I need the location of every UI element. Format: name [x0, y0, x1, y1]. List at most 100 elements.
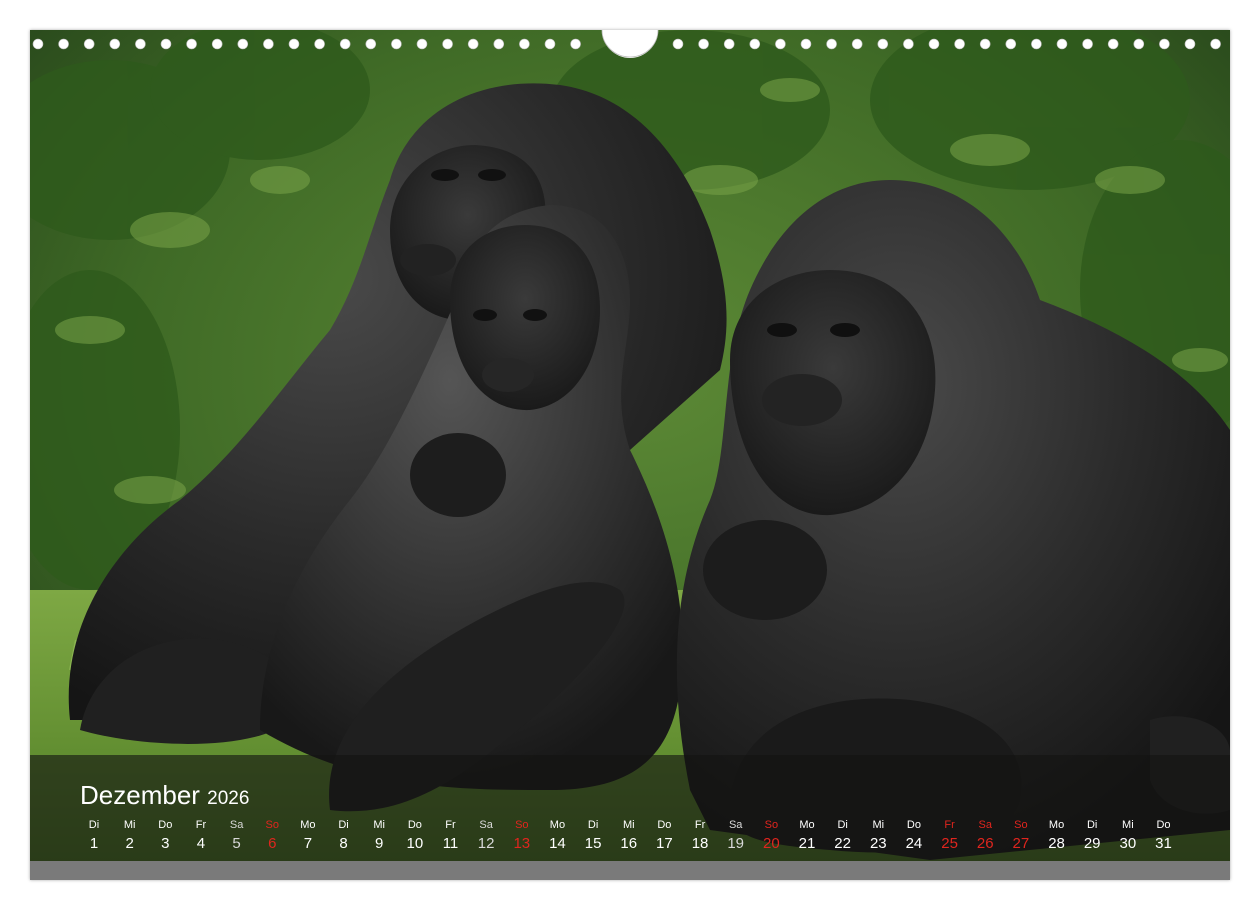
day-number: 30 [1119, 835, 1137, 852]
binding-hole [416, 38, 428, 50]
weekday-label: Di [1086, 819, 1098, 831]
calendar-day: Sa 19 [718, 818, 754, 856]
binding-hole [186, 38, 197, 50]
binding-hole [237, 38, 249, 50]
calendar-day: Mi 9 [361, 818, 397, 856]
calendar-day: Fr 18 [682, 818, 718, 856]
month-year: 2026 [207, 788, 250, 809]
day-number: 13 [513, 835, 531, 852]
binding-hole [1005, 38, 1017, 50]
weekday-label: Mi [373, 819, 385, 831]
calendar-day: Do 17 [646, 818, 682, 856]
calendar-day: Di 29 [1074, 818, 1110, 856]
binding-hole [877, 38, 889, 50]
weekday-label: Di [88, 819, 100, 831]
calendar-day: Do 10 [397, 818, 433, 856]
day-number: 16 [620, 835, 638, 852]
binding-hole [109, 38, 121, 50]
calendar-day: Mo 28 [1039, 818, 1075, 856]
binding-hole [928, 38, 940, 50]
binding-hole [160, 38, 172, 50]
binding-hole [83, 38, 95, 50]
month-name: Dezember [80, 780, 200, 810]
binding-hole [672, 38, 684, 50]
calendar-day: Di 22 [825, 818, 861, 856]
calendar-day: Di 15 [575, 818, 611, 856]
weekday-label: Fr [694, 819, 706, 831]
calendar-day: Mo 7 [290, 818, 326, 856]
binding-hole [1031, 38, 1042, 50]
day-number: 1 [89, 835, 99, 852]
binding-hole [493, 38, 505, 50]
day-number: 29 [1083, 835, 1101, 852]
weekday-label: So [515, 819, 529, 831]
binding-hole [1210, 38, 1221, 50]
binding-hole [1082, 38, 1093, 50]
day-number: 19 [727, 835, 745, 852]
weekday-label: Sa [229, 819, 244, 831]
calendar-day: So 20 [753, 818, 789, 856]
day-number: 4 [196, 835, 206, 852]
gorilla-photo [30, 30, 1230, 880]
binding-hole [544, 38, 556, 50]
binding-hole [211, 38, 223, 50]
calendar-day: Do 24 [896, 818, 932, 856]
calendar-day: Di 1 [76, 818, 112, 856]
binding-hole [826, 38, 837, 50]
day-number: 24 [905, 835, 923, 852]
binding-hole [1107, 38, 1119, 50]
calendar-day: Mo 21 [789, 818, 825, 856]
day-number: 5 [232, 835, 241, 852]
calendar-days-row: Di 1 Mi 2 Do 3 Fr 4 Sa 5 So 6 Mo 7 Di 8 Mi 9 Do 10 Fr 11 Sa 12 S… [76, 818, 1226, 858]
weekday-label: Sa [479, 819, 493, 831]
weekday-label: Mo [549, 819, 566, 831]
binding-hole [698, 38, 709, 50]
binding-hole [467, 38, 479, 50]
day-number: 26 [976, 835, 994, 852]
calendar-day: Mi 30 [1110, 818, 1146, 856]
binding-holes [32, 30, 1221, 58]
day-number: 31 [1155, 835, 1172, 852]
day-number: 28 [1048, 835, 1065, 852]
bottom-strip [30, 861, 1230, 880]
calendar-day: Do 31 [1146, 818, 1182, 856]
binding-hole [519, 38, 530, 50]
day-number: 20 [763, 835, 780, 852]
day-number: 11 [442, 835, 459, 852]
binding-hole [135, 38, 146, 50]
weekday-label: Fr [195, 819, 207, 831]
calendar-day: Fr 11 [433, 818, 469, 856]
day-number: 21 [798, 835, 816, 852]
weekday-label: Mi [123, 819, 136, 831]
calendar-day: Mi 23 [860, 818, 896, 856]
day-number: 22 [834, 835, 851, 852]
day-number: 8 [339, 835, 348, 852]
weekday-label: Do [407, 819, 422, 831]
weekday-label: So [1014, 819, 1028, 831]
binding-hole [288, 38, 300, 50]
day-number: 9 [375, 835, 384, 852]
day-number: 10 [406, 835, 424, 852]
day-number: 3 [161, 835, 170, 852]
day-number: 14 [549, 835, 566, 852]
weekday-label: Sa [978, 819, 992, 831]
weekday-label: So [764, 819, 779, 831]
day-number: 25 [941, 835, 958, 852]
calendar-day: Sa 5 [219, 818, 255, 856]
day-number: 12 [477, 835, 495, 852]
binding-hole [570, 38, 581, 50]
calendar-day: Di 8 [326, 818, 362, 856]
weekday-label: Fr [944, 819, 955, 831]
calendar-day: So 27 [1003, 818, 1039, 856]
weekday-label: Do [657, 819, 672, 831]
binding-hole [58, 38, 69, 50]
weekday-label: Mi [622, 819, 635, 831]
binding-hole [723, 38, 735, 50]
month-title: Dezember 2026 [80, 780, 249, 814]
weekday-label: Mo [799, 819, 815, 831]
weekday-label: Do [906, 819, 921, 831]
binding-hole [314, 38, 325, 50]
calendar-day: Mi 16 [611, 818, 647, 856]
day-number: 18 [691, 835, 709, 852]
day-number: 2 [125, 835, 134, 852]
